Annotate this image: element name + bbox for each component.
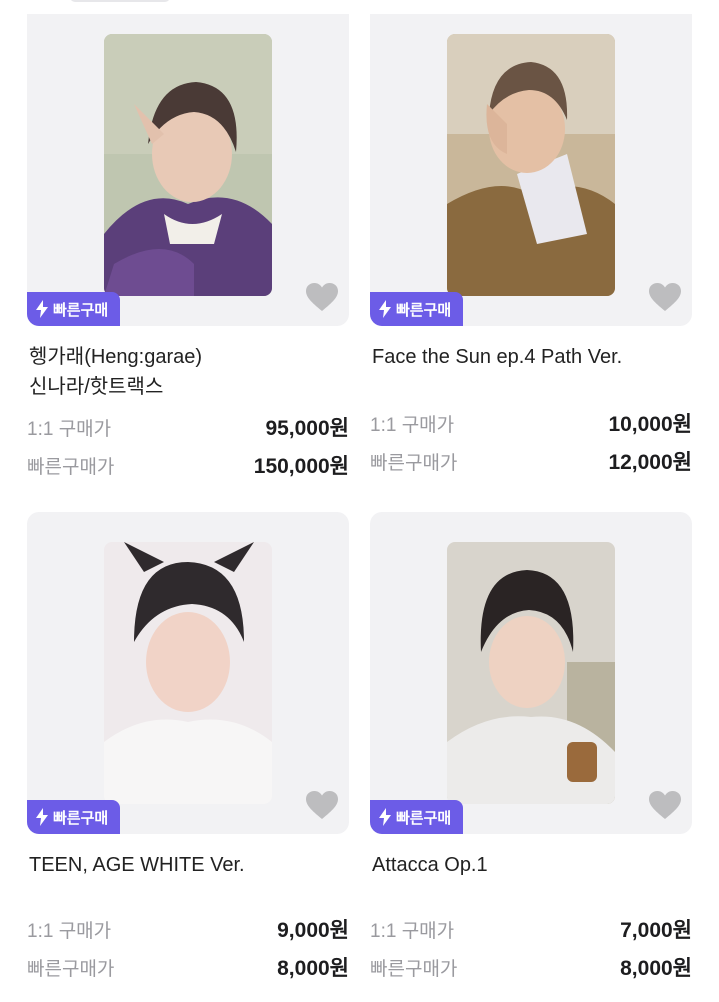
price-label-1to1: 1:1 구매가 <box>27 419 112 440</box>
heart-icon[interactable] <box>305 282 339 312</box>
product-title-line1: Face the Sun ep.4 Path Ver. <box>372 346 623 368</box>
price-value-1to1: 9,000원 <box>277 919 349 942</box>
price-value-quick: 12,000원 <box>608 451 692 474</box>
price-row-quick: 빠른구매가 12,000원 <box>370 446 692 484</box>
price-label-quick: 빠른구매가 <box>27 959 115 980</box>
product-title[interactable]: Face the Sun ep.4 Path Ver. <box>370 342 692 372</box>
lightning-icon <box>379 300 391 318</box>
price-value-quick: 8,000원 <box>620 957 692 980</box>
product-grid-page: 빠른구매 헹가래(Heng:garae) 신나라/핫트랙스 1:1 구매가 95… <box>0 0 719 1002</box>
price-label-quick: 빠른구매가 <box>370 453 458 474</box>
product-card[interactable]: 빠른구매 헹가래(Heng:garae) 신나라/핫트랙스 1:1 구매가 95… <box>27 14 349 478</box>
price-label-1to1: 1:1 구매가 <box>370 921 455 942</box>
price-label-quick: 빠른구매가 <box>370 959 458 980</box>
quick-buy-badge-label: 빠른구매 <box>396 809 452 827</box>
product-thumbnail[interactable]: 빠른구매 <box>370 14 692 326</box>
product-title[interactable]: Attacca Op.1 <box>370 850 692 880</box>
price-list: 1:1 구매가 95,000원 빠른구매가 150,000원 <box>27 412 349 488</box>
price-row-1to1: 1:1 구매가 10,000원 <box>370 408 692 446</box>
product-card[interactable]: 빠른구매 TEEN, AGE WHITE Ver. 1:1 구매가 9,000원… <box>27 512 349 980</box>
price-value-1to1: 10,000원 <box>608 413 692 436</box>
product-title[interactable]: 헹가래(Heng:garae) 신나라/핫트랙스 <box>27 342 349 402</box>
price-row-quick: 빠른구매가 150,000원 <box>27 450 349 488</box>
product-thumbnail[interactable]: 빠른구매 <box>27 512 349 834</box>
price-value-quick: 8,000원 <box>277 957 349 980</box>
quick-buy-badge: 빠른구매 <box>27 800 121 834</box>
product-title-line1: 헹가래(Heng:garae) <box>29 346 203 368</box>
photocard-image <box>104 542 272 804</box>
photocard-image <box>447 34 615 296</box>
price-list: 1:1 구매가 9,000원 빠른구매가 8,000원 <box>27 914 349 990</box>
photocard-image <box>447 542 615 804</box>
quick-buy-badge-label: 빠른구매 <box>53 301 109 319</box>
product-thumbnail[interactable]: 빠른구매 <box>27 14 349 326</box>
quick-buy-badge-label: 빠른구매 <box>396 301 452 319</box>
lightning-icon <box>36 300 48 318</box>
product-card[interactable]: 빠른구매 Attacca Op.1 1:1 구매가 7,000원 빠른구매가 8… <box>370 512 692 980</box>
quick-buy-badge: 빠른구매 <box>27 292 121 326</box>
price-list: 1:1 구매가 10,000원 빠른구매가 12,000원 <box>370 408 692 484</box>
price-label-quick: 빠른구매가 <box>27 457 115 478</box>
photocard-image <box>104 34 272 296</box>
product-card[interactable]: 빠른구매 Face the Sun ep.4 Path Ver. 1:1 구매가… <box>370 14 692 474</box>
heart-icon[interactable] <box>648 282 682 312</box>
product-title-line1: Attacca Op.1 <box>372 854 488 876</box>
price-list: 1:1 구매가 7,000원 빠른구매가 8,000원 <box>370 914 692 990</box>
top-scroll-indicator <box>70 0 170 2</box>
heart-icon[interactable] <box>648 790 682 820</box>
price-value-1to1: 7,000원 <box>620 919 692 942</box>
product-title-line2: 신나라/핫트랙스 <box>29 376 164 398</box>
quick-buy-badge: 빠른구매 <box>370 292 464 326</box>
product-title-line1: TEEN, AGE WHITE Ver. <box>29 854 245 876</box>
price-row-1to1: 1:1 구매가 7,000원 <box>370 914 692 952</box>
quick-buy-badge: 빠른구매 <box>370 800 464 834</box>
quick-buy-badge-label: 빠른구매 <box>53 809 109 827</box>
price-label-1to1: 1:1 구매가 <box>27 921 112 942</box>
price-row-1to1: 1:1 구매가 95,000원 <box>27 412 349 450</box>
price-label-1to1: 1:1 구매가 <box>370 415 455 436</box>
price-value-1to1: 95,000원 <box>265 417 349 440</box>
lightning-icon <box>379 808 391 826</box>
lightning-icon <box>36 808 48 826</box>
heart-icon[interactable] <box>305 790 339 820</box>
price-row-quick: 빠른구매가 8,000원 <box>370 952 692 990</box>
price-row-1to1: 1:1 구매가 9,000원 <box>27 914 349 952</box>
product-title[interactable]: TEEN, AGE WHITE Ver. <box>27 850 349 880</box>
product-thumbnail[interactable]: 빠른구매 <box>370 512 692 834</box>
price-row-quick: 빠른구매가 8,000원 <box>27 952 349 990</box>
price-value-quick: 150,000원 <box>253 455 349 478</box>
